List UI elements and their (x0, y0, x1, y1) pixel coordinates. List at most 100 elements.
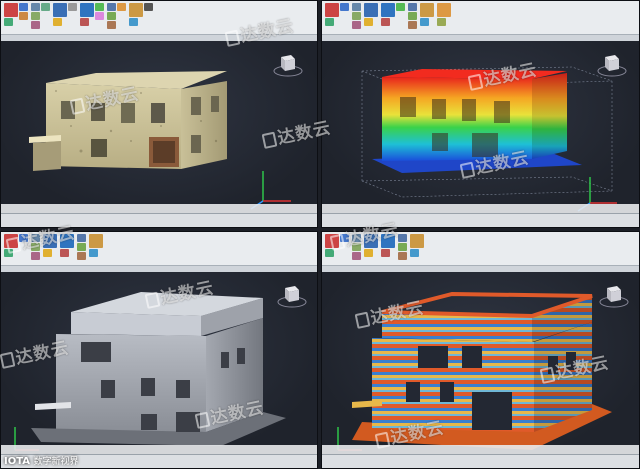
section-tool-icon[interactable] (396, 3, 405, 11)
layer-on-icon[interactable] (364, 249, 373, 257)
point-cloud-intensity (14, 292, 286, 451)
point-cloud-icon[interactable] (60, 234, 74, 248)
ribbon-group-view (398, 234, 407, 262)
move-tool-icon[interactable] (352, 3, 361, 11)
pan-icon[interactable] (107, 12, 116, 20)
annotate-icon[interactable] (129, 3, 143, 17)
arc-tool-icon[interactable] (19, 12, 28, 20)
window (121, 103, 135, 123)
pan-icon[interactable] (408, 12, 417, 20)
circle-tool-icon[interactable] (340, 3, 349, 11)
line-tool-icon[interactable] (325, 18, 334, 26)
scale-tool-icon[interactable] (31, 252, 40, 260)
circle-tool-icon[interactable] (340, 234, 349, 242)
draw-tool-icon[interactable] (325, 234, 339, 248)
ribbon-group-layers (364, 3, 378, 31)
ribbon-toolbar (1, 1, 317, 35)
layer-off-icon[interactable] (68, 3, 77, 11)
orbit-icon[interactable] (408, 21, 417, 29)
draw-tool-icon[interactable] (4, 234, 18, 248)
viewcube[interactable] (277, 280, 307, 310)
dimension-icon[interactable] (129, 18, 138, 26)
line-tool-icon[interactable] (4, 249, 13, 257)
dimension-icon[interactable] (89, 249, 98, 257)
drawing-viewport[interactable] (322, 272, 639, 454)
layers-icon[interactable] (364, 3, 378, 17)
move-tool-icon[interactable] (31, 234, 40, 242)
render-icon[interactable] (437, 3, 451, 17)
ribbon-group-draw (4, 3, 28, 31)
crop-tool-icon[interactable] (60, 249, 69, 257)
layers-icon[interactable] (364, 234, 378, 248)
colormap-icon[interactable] (95, 12, 104, 20)
line-tool-icon[interactable] (4, 18, 13, 26)
drawing-viewport[interactable] (1, 272, 317, 454)
layer-on-icon[interactable] (364, 18, 373, 26)
upper-floor-front (71, 312, 201, 336)
rotate-tool-icon[interactable] (352, 243, 361, 251)
window (191, 135, 201, 153)
scale-tool-icon[interactable] (352, 21, 361, 29)
text-icon[interactable] (144, 3, 153, 11)
zoom-icon[interactable] (408, 3, 417, 11)
window (81, 342, 111, 362)
zoom-icon[interactable] (77, 234, 86, 242)
layers-icon[interactable] (43, 234, 57, 248)
annotate-icon[interactable] (410, 234, 424, 248)
render-icon[interactable] (117, 3, 126, 11)
command-line[interactable] (1, 445, 317, 454)
rotate-tool-icon[interactable] (31, 243, 40, 251)
copy-tool-icon[interactable] (41, 3, 50, 11)
line-tool-icon[interactable] (325, 249, 334, 257)
rotate-tool-icon[interactable] (31, 12, 40, 20)
orbit-icon[interactable] (398, 252, 407, 260)
zoom-icon[interactable] (398, 234, 407, 242)
annotate-icon[interactable] (89, 234, 103, 248)
dimension-icon[interactable] (410, 249, 419, 257)
drawing-viewport[interactable] (1, 41, 317, 213)
pan-icon[interactable] (398, 243, 407, 251)
zoom-icon[interactable] (107, 3, 116, 11)
window (432, 99, 446, 119)
layer-on-icon[interactable] (43, 249, 52, 257)
viewcube[interactable] (597, 49, 627, 79)
drawing-viewport[interactable] (322, 41, 639, 213)
viewcube[interactable] (599, 280, 629, 310)
move-tool-icon[interactable] (352, 234, 361, 242)
crop-tool-icon[interactable] (381, 18, 390, 26)
window (566, 352, 576, 370)
point-cloud-icon[interactable] (381, 3, 395, 17)
ribbon-toolbar (322, 1, 639, 35)
window (101, 380, 115, 398)
ribbon-group-draw (325, 3, 349, 31)
window (191, 97, 201, 115)
point-cloud-icon[interactable] (381, 234, 395, 248)
ribbon-group-layers (43, 234, 57, 262)
command-line[interactable] (322, 445, 639, 454)
command-line[interactable] (1, 204, 317, 213)
orbit-icon[interactable] (77, 252, 86, 260)
viewcube[interactable] (273, 49, 303, 79)
annotate-icon[interactable] (420, 3, 434, 17)
rotate-tool-icon[interactable] (352, 12, 361, 20)
circle-tool-icon[interactable] (19, 3, 28, 11)
layers-icon[interactable] (53, 3, 67, 17)
crop-tool-icon[interactable] (381, 249, 390, 257)
cad-window-top-left (0, 0, 318, 228)
point-cloud-icon[interactable] (80, 3, 94, 17)
scale-tool-icon[interactable] (31, 21, 40, 29)
pan-icon[interactable] (77, 243, 86, 251)
window (211, 96, 219, 112)
crop-tool-icon[interactable] (80, 18, 89, 26)
circle-tool-icon[interactable] (19, 234, 28, 242)
move-tool-icon[interactable] (31, 3, 40, 11)
orbit-icon[interactable] (107, 21, 116, 29)
scale-tool-icon[interactable] (352, 252, 361, 260)
dimension-icon[interactable] (420, 18, 429, 26)
material-icon[interactable] (437, 18, 446, 26)
draw-tool-icon[interactable] (4, 3, 18, 17)
section-tool-icon[interactable] (95, 3, 104, 11)
command-line[interactable] (322, 204, 639, 213)
layer-on-icon[interactable] (53, 18, 62, 26)
draw-tool-icon[interactable] (325, 3, 339, 17)
